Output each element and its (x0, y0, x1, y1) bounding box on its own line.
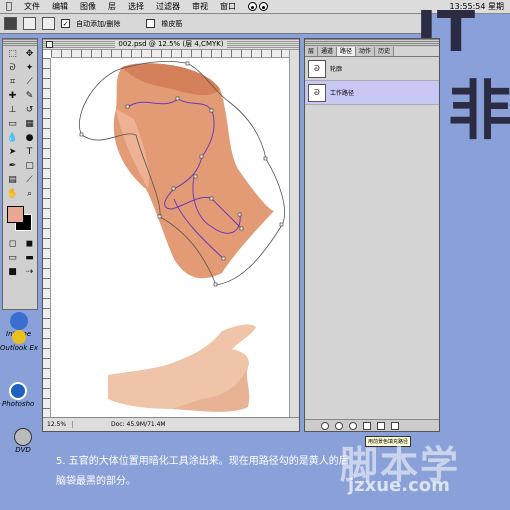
zoom-level[interactable]: 12.5% (43, 421, 73, 428)
path-name: 轮廓 (330, 66, 343, 73)
desktop-icon-dvd[interactable]: DVD (14, 428, 32, 454)
brush-tool-icon[interactable]: ✎ (21, 89, 38, 103)
dvd-icon (14, 428, 32, 446)
rubber-band-checkbox[interactable] (146, 18, 156, 29)
photoshop-icon (9, 382, 28, 400)
document-title: 002.psd @ 12.5% (层 4,CMYK) (115, 40, 227, 48)
artwork-svg (79, 61, 285, 412)
path-row-selected[interactable]: ᘐ 工作路径 (305, 81, 439, 105)
history-brush-tool-icon[interactable]: ↺ (21, 103, 38, 117)
standard-mode-icon[interactable]: ◻ (4, 237, 21, 251)
zoom-tool-icon[interactable]: ⌕ (21, 187, 38, 201)
desktop-icon-label: Outlook Ex (0, 344, 39, 352)
menu-filter[interactable]: 过滤器 (150, 1, 186, 12)
menu-view[interactable]: 审视 (186, 1, 214, 12)
auto-add-checkbox[interactable]: ✓ (61, 18, 70, 29)
eyedropper-tool-icon[interactable]: ⟋ (21, 173, 38, 187)
fill-mode-button[interactable] (42, 17, 55, 30)
blur-tool-icon[interactable]: 💧 (4, 131, 21, 145)
palette-bottom-bar (305, 419, 439, 431)
tutorial-caption: 5. 五官的大体位置用暗化工具涂出来。现在用路径勾的是黄人的后 脑袋最黑的部分。 (56, 452, 416, 492)
doc-size-info: Doc: 45.9M/71.4M (111, 421, 166, 428)
tab-history[interactable]: 历史 (375, 47, 395, 56)
ruler-horizontal (51, 50, 289, 58)
screen-mode-fullscreen-icon[interactable]: ■ (4, 265, 21, 279)
make-path-button[interactable] (363, 421, 371, 430)
tab-paths[interactable]: 路径 (337, 47, 357, 56)
notes-tool-icon[interactable]: ▤ (4, 173, 21, 187)
tab-channels[interactable]: 通道 (318, 47, 338, 56)
pen-tool-icon[interactable]: ✒ (4, 159, 21, 173)
vertical-scrollbar[interactable] (289, 50, 299, 417)
gradient-tool-icon[interactable]: ▦ (21, 117, 38, 131)
stamp-tool-icon[interactable]: ⊥ (4, 103, 21, 117)
hand-tool-icon[interactable]: ✋ (4, 187, 21, 201)
path-row[interactable]: ᘐ 轮廓 (305, 57, 439, 81)
menu-image[interactable]: 图像 (74, 1, 102, 12)
slice-tool-icon[interactable]: ⟋ (21, 75, 38, 89)
jump-to-imageready-icon[interactable]: ⇢ (21, 265, 38, 279)
path-thumbnail-icon: ᘐ (308, 83, 326, 102)
menu-file[interactable]: 文件 (18, 1, 46, 12)
fill-path-button[interactable] (321, 421, 329, 430)
shape-tool-icon[interactable]: ▢ (21, 159, 38, 173)
close-box-icon[interactable] (46, 41, 53, 48)
ruler-vertical (43, 58, 51, 417)
tab-layers[interactable]: 层 (305, 47, 319, 56)
path-thumbnail-icon: ᘐ (308, 59, 326, 78)
rubber-band-label: 橡皮筋 (161, 19, 183, 28)
load-selection-button[interactable] (349, 421, 357, 430)
screen-mode-standard-icon[interactable]: ▭ (4, 251, 21, 265)
screen-mode-full-icon[interactable]: ▬ (21, 251, 38, 265)
internet-icon (9, 312, 28, 330)
path-name: 工作路径 (330, 90, 355, 97)
menu-select[interactable]: 选择 (122, 1, 150, 12)
lasso-tool-icon[interactable]: ᘐ (4, 61, 21, 75)
desktop-icon-label: Photosho (2, 400, 35, 408)
palette-titlebar[interactable] (305, 39, 439, 47)
document-canvas[interactable] (52, 59, 290, 417)
foreground-color-swatch[interactable] (7, 206, 24, 223)
eraser-tool-icon[interactable]: ▭ (4, 117, 21, 131)
document-window: 002.psd @ 12.5% (层 4,CMYK) 12.5% Doc: 45… (42, 38, 300, 432)
tools-titlebar[interactable] (3, 39, 37, 46)
caption-line-1: 5. 五官的大体位置用暗化工具涂出来。现在用路径勾的是黄人的后 (56, 456, 349, 467)
apple-icon[interactable]:  (0, 1, 18, 12)
delete-path-button[interactable] (391, 421, 399, 430)
dodge-tool-icon[interactable]: ● (21, 131, 38, 145)
move-tool-icon[interactable]: ✥ (21, 47, 38, 61)
options-bar: ✓ 自动添加/删除 橡皮筋 (0, 14, 430, 34)
menu-window[interactable]: 窗口 (214, 1, 242, 12)
color-swatches (3, 204, 37, 234)
desktop-icon-label: DVD (15, 446, 31, 454)
tab-actions[interactable]: 动作 (356, 47, 376, 56)
marquee-tool-icon[interactable]: ⬚ (4, 47, 21, 61)
healing-tool-icon[interactable]: ✚ (4, 89, 21, 103)
tools-palette: ⬚ ✥ ᘐ ✦ ⌗ ⟋ ✚ ✎ ⊥ ↺ ▭ ▦ 💧 ● ➤ T ✒ ▢ ▤ ⟋ … (2, 38, 38, 310)
desktop-icon-outlook[interactable]: Outlook Ex (0, 330, 38, 352)
paths-palette: 层 通道 路径 动作 历史 ᘐ 轮廓 ᘐ 工作路径 (304, 38, 440, 432)
new-path-button[interactable] (377, 421, 385, 430)
desktop-big-char-fei: 非 (448, 75, 510, 149)
outlook-icon (12, 330, 27, 344)
palette-tabs: 层 通道 路径 动作 历史 (305, 47, 439, 57)
document-statusbar: 12.5% Doc: 45.9M/71.4M (43, 417, 299, 431)
caption-line-2: 脑袋最黑的部分。 (56, 476, 136, 487)
stroke-path-button[interactable] (335, 421, 343, 430)
magic-wand-tool-icon[interactable]: ✦ (21, 61, 38, 75)
desktop-icon-photoshop[interactable]: Photosho (2, 382, 34, 408)
path-select-tool-icon[interactable]: ➤ (4, 145, 21, 159)
shape-mode-button[interactable] (23, 17, 36, 30)
crop-tool-icon[interactable]: ⌗ (4, 75, 21, 89)
eyes-icon (248, 2, 268, 11)
document-titlebar[interactable]: 002.psd @ 12.5% (层 4,CMYK) (43, 39, 299, 50)
menu-edit[interactable]: 编辑 (46, 1, 74, 12)
type-tool-icon[interactable]: T (21, 145, 38, 159)
auto-add-label: 自动添加/删除 (76, 19, 121, 28)
path-mode-button[interactable] (4, 17, 17, 30)
quick-mask-icon[interactable]: ◼ (21, 237, 38, 251)
menu-layer[interactable]: 层 (102, 1, 122, 12)
